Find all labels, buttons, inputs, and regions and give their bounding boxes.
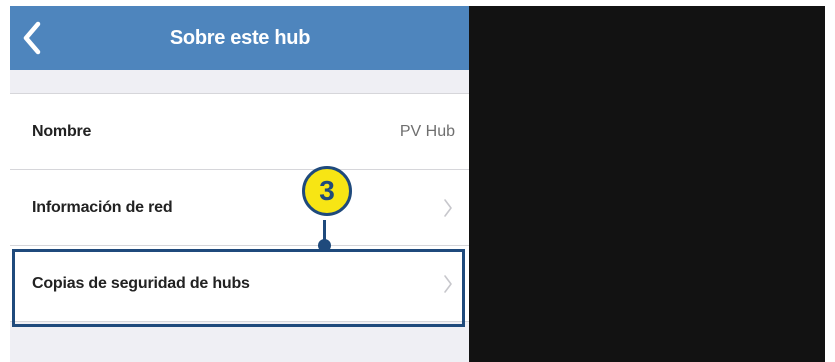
list-item-network-info[interactable]: Información de red [10,170,469,246]
chevron-left-icon [23,21,41,55]
callout-dot [318,239,331,252]
list-item-value: PV Hub [399,123,455,140]
dark-panel [469,6,825,362]
callout-number-badge: 3 [302,166,352,216]
highlight-box [12,249,465,327]
app-screen: Sobre este hub Nombre PV Hub Información… [10,6,469,362]
chevron-right-icon [444,199,452,217]
list-item-label: Nombre [32,123,92,140]
list-item-label: Información de red [32,199,173,216]
navigation-bar: Sobre este hub [10,6,469,70]
screenshot-frame: Sobre este hub Nombre PV Hub Información… [10,6,825,362]
page-title: Sobre este hub [169,27,311,49]
back-button[interactable] [14,16,54,60]
list-item-nombre: Nombre PV Hub [10,94,469,170]
